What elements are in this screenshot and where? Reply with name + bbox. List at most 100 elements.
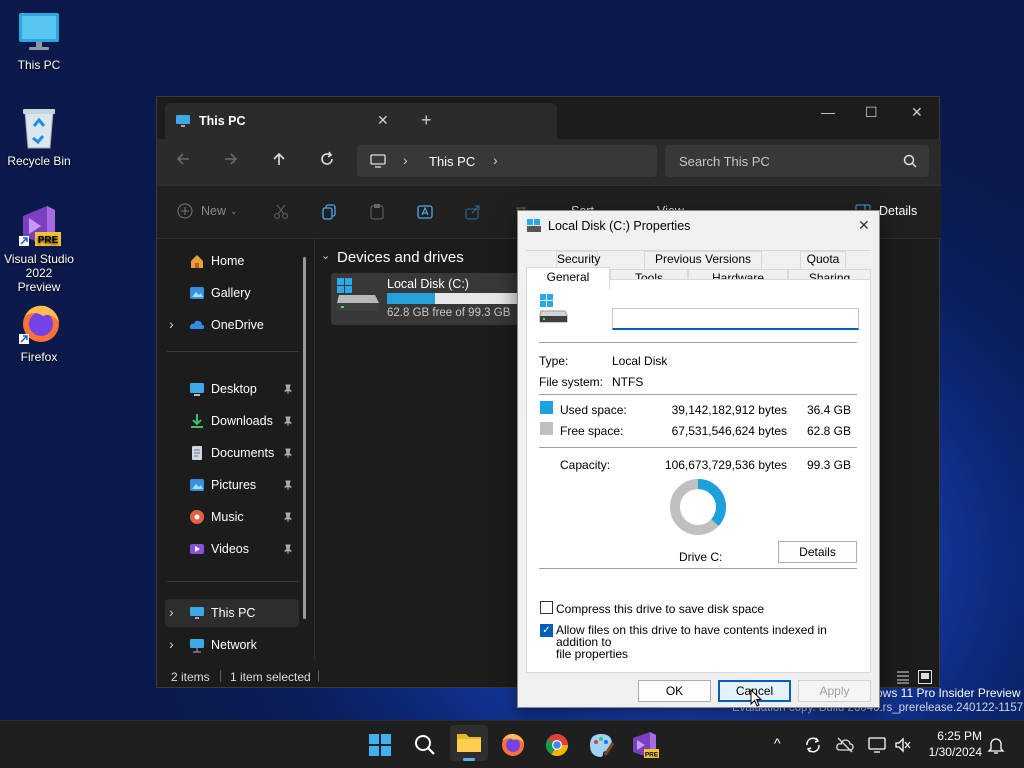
tab-this-pc[interactable]: This PC ✕: [165, 103, 557, 139]
sidebar-item-label: Videos: [211, 542, 249, 556]
sidebar-item-videos[interactable]: Videos: [165, 535, 299, 563]
address-bar[interactable]: › This PC ›: [357, 145, 657, 177]
search-box[interactable]: Search This PC: [665, 145, 929, 177]
breadcrumb-this-pc[interactable]: This PC: [429, 154, 475, 169]
compress-drive-checkbox[interactable]: [540, 601, 553, 614]
compress-drive-label[interactable]: Compress this drive to save disk space: [556, 602, 764, 616]
taskbar-chrome[interactable]: [541, 729, 573, 761]
copy-icon[interactable]: [321, 204, 337, 220]
allow-indexing-label[interactable]: Allow files on this drive to have conten…: [556, 624, 870, 660]
sidebar-item-label: Desktop: [211, 382, 257, 396]
search-button[interactable]: [408, 729, 440, 761]
sync-icon[interactable]: [803, 735, 823, 755]
taskbar-paint[interactable]: [585, 729, 617, 761]
desktop-icon-this-pc[interactable]: This PC: [4, 10, 74, 72]
drive-tile-c[interactable]: Local Disk (C:) 62.8 GB free of 99.3 GB: [331, 273, 521, 325]
desktop-icon-recycle-bin[interactable]: Recycle Bin: [4, 106, 74, 168]
new-tab-button[interactable]: +: [421, 110, 432, 131]
sidebar-item-label: Music: [211, 510, 244, 524]
forward-arrow-icon[interactable]: [223, 151, 239, 167]
minimize-button[interactable]: —: [821, 104, 835, 120]
volume-muted-icon[interactable]: [893, 735, 913, 755]
pin-icon: [283, 512, 293, 522]
sidebar-item-documents[interactable]: Documents: [165, 439, 299, 467]
sidebar-item-onedrive[interactable]: › OneDrive: [165, 311, 299, 339]
divider: [539, 568, 857, 569]
tab-previous-versions[interactable]: Previous Versions: [644, 251, 762, 269]
expand-chevron-icon[interactable]: ›: [169, 604, 174, 620]
breadcrumb-separator: ›: [403, 152, 408, 168]
sidebar-item-music[interactable]: Music: [165, 503, 299, 531]
sidebar-scrollbar[interactable]: [303, 257, 306, 619]
capacity-bytes: 106,673,729,536 bytes: [664, 458, 787, 472]
breadcrumb-separator[interactable]: ›: [493, 152, 498, 168]
refresh-icon[interactable]: [319, 151, 335, 167]
desktop-icon-firefox[interactable]: Firefox: [4, 302, 74, 364]
close-window-button[interactable]: ✕: [911, 104, 923, 121]
group-header-devices-and-drives[interactable]: Devices and drives: [337, 249, 464, 266]
tray-overflow-chevron[interactable]: ^: [774, 735, 781, 751]
svg-text:PRE: PRE: [38, 235, 59, 246]
search-icon: [415, 735, 435, 755]
visual-studio-icon: PRE: [633, 732, 659, 759]
sidebar-item-pictures[interactable]: Pictures: [165, 471, 299, 499]
search-input[interactable]: Search This PC: [679, 154, 770, 169]
details-view-icon[interactable]: [895, 669, 911, 685]
clock-time[interactable]: 6:25 PM: [922, 729, 982, 743]
sidebar-item-desktop[interactable]: Desktop: [165, 375, 299, 403]
expand-chevron-icon[interactable]: ›: [169, 316, 174, 332]
sidebar-item-this-pc[interactable]: › This PC: [165, 599, 299, 627]
maximize-button[interactable]: ☐: [865, 104, 878, 121]
status-separator: |: [317, 668, 321, 682]
apply-button[interactable]: Apply: [798, 680, 871, 702]
start-button[interactable]: [364, 729, 396, 761]
close-tab-icon[interactable]: ✕: [377, 112, 389, 129]
sidebar-item-downloads[interactable]: Downloads: [165, 407, 299, 435]
tab-quota[interactable]: Quota: [800, 251, 846, 269]
expand-chevron-icon[interactable]: ›: [169, 636, 174, 652]
gallery-icon: [190, 287, 204, 299]
clock-date[interactable]: 1/30/2024: [918, 745, 982, 759]
used-space-swatch: [540, 401, 553, 414]
desktop-icon-label: Firefox: [20, 350, 58, 364]
tab-general[interactable]: General: [526, 267, 610, 289]
pin-icon: [283, 480, 293, 490]
tab-title: This PC: [199, 114, 246, 128]
type-value: Local Disk: [612, 354, 668, 368]
drive-large-icon: [539, 294, 571, 326]
details-button[interactable]: Details: [778, 541, 857, 563]
rename-icon[interactable]: [417, 204, 433, 220]
network-tray-icon[interactable]: [867, 735, 887, 755]
drive-usage-fill: [387, 293, 435, 304]
sidebar-item-home[interactable]: Home: [165, 247, 299, 275]
new-button[interactable]: New ⌄: [177, 203, 238, 219]
allow-indexing-checkbox[interactable]: ✓: [540, 624, 553, 637]
notification-bell-icon[interactable]: [987, 735, 1005, 755]
paste-icon[interactable]: [369, 204, 385, 220]
dialog-close-button[interactable]: ✕: [858, 217, 870, 234]
back-arrow-icon[interactable]: [175, 151, 191, 167]
status-separator: |: [219, 668, 223, 682]
taskbar-file-explorer[interactable]: [450, 725, 488, 761]
firefox-icon: [17, 302, 61, 346]
desktop-icon-visual-studio[interactable]: PRE Visual Studio 2022 Preview: [4, 204, 74, 294]
sidebar-item-gallery[interactable]: Gallery: [165, 279, 299, 307]
cut-icon[interactable]: [273, 204, 289, 220]
sidebar-divider: [167, 351, 299, 352]
ok-button[interactable]: OK: [638, 680, 711, 702]
desktop-icon-label: Visual Studio 2022 Preview: [4, 252, 74, 294]
sidebar-item-network[interactable]: › Network: [165, 631, 299, 659]
tiles-view-icon[interactable]: [917, 669, 933, 685]
group-collapse-icon[interactable]: ⌄: [321, 249, 330, 262]
sidebar-divider: [167, 581, 299, 582]
taskbar-firefox[interactable]: [497, 729, 529, 761]
tab-row-line: [526, 250, 871, 251]
volume-label-input[interactable]: [612, 308, 859, 330]
dialog-title: Local Disk (C:) Properties: [548, 219, 691, 233]
cloud-offline-icon[interactable]: [835, 735, 855, 755]
up-arrow-icon[interactable]: [271, 151, 287, 167]
pin-icon: [283, 416, 293, 426]
plus-circle-icon: [177, 203, 193, 219]
taskbar-visual-studio-preview[interactable]: PRE: [629, 729, 661, 761]
share-icon[interactable]: [465, 204, 481, 220]
